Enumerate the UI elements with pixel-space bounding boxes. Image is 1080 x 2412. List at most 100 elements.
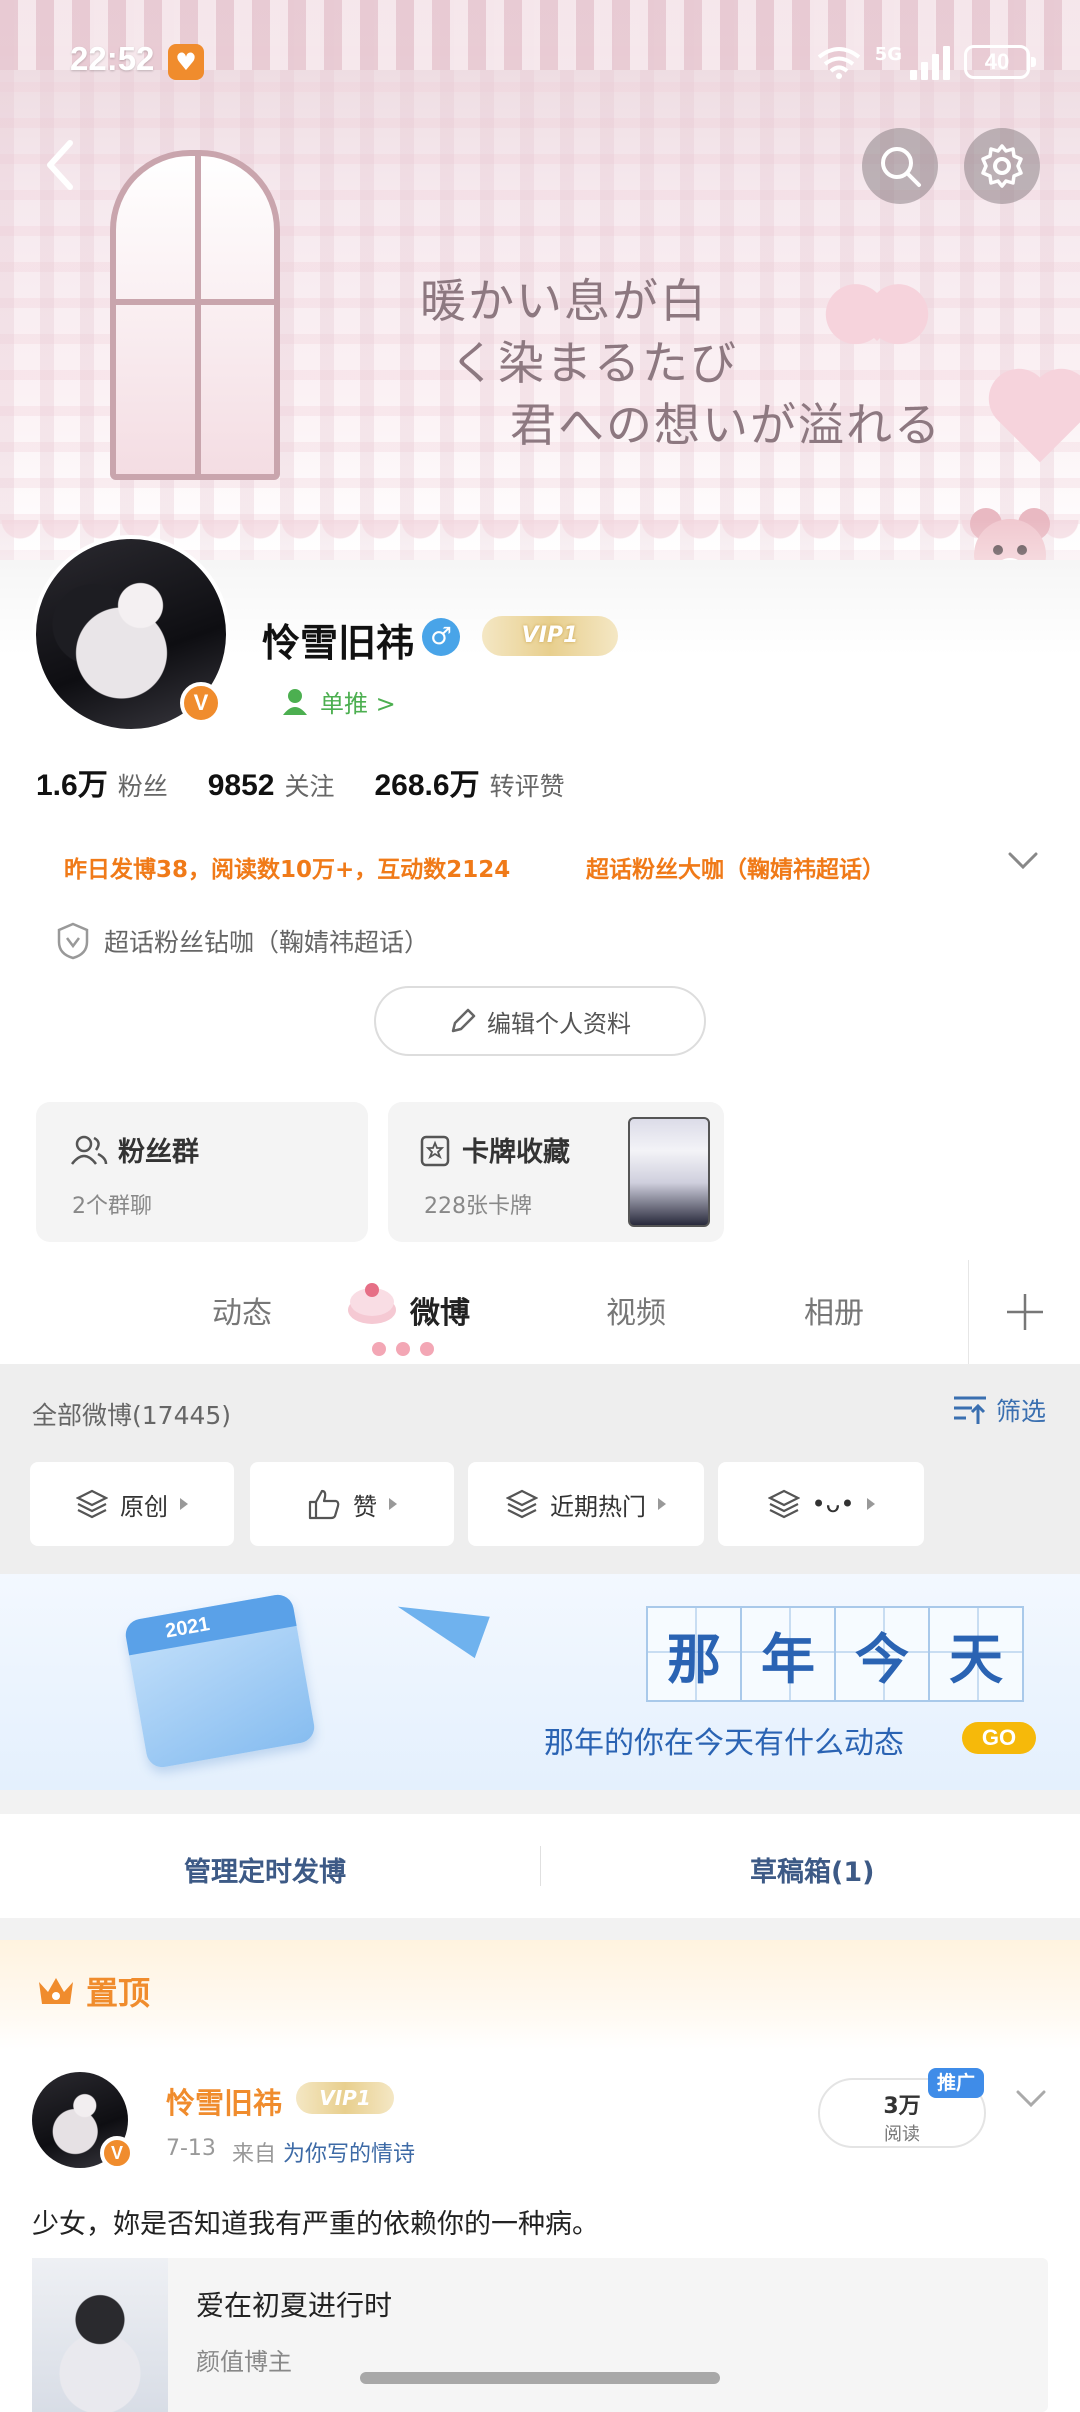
achievement-summary[interactable]: 昨日发博38，阅读数10万+，互动数2124	[64, 850, 510, 884]
stat-likes[interactable]: 268.6万 转评赞	[375, 760, 565, 804]
chip-label: 原创	[120, 1492, 168, 1521]
stat-number: 1.6万	[36, 769, 108, 802]
layers-icon	[506, 1489, 538, 1519]
all-posts-count: 全部微博(17445)	[32, 1401, 232, 1430]
filter-label: 筛选	[996, 1397, 1047, 1426]
single-push-link[interactable]: 单推 >	[282, 684, 396, 719]
chip-original[interactable]: 原创	[30, 1462, 234, 1546]
cake-icon	[348, 1283, 396, 1324]
stat-label: 粉丝	[117, 772, 168, 801]
card-thumbnail[interactable]	[628, 1117, 710, 1227]
pinned-text: 置顶	[86, 1974, 151, 2012]
tab-videos[interactable]: 视频	[606, 1288, 666, 1332]
link-thumbnail	[32, 2258, 168, 2412]
pinned-label: 置顶	[36, 1968, 150, 2014]
post-source-prefix: 来自	[231, 2142, 276, 2167]
stat-number: 9852	[207, 769, 275, 802]
search-icon	[881, 147, 921, 187]
crown-icon	[39, 1978, 73, 2004]
tab-weibo[interactable]: 微博	[410, 1288, 470, 1332]
home-indicator[interactable]	[360, 2372, 720, 2384]
divider	[540, 1846, 541, 1886]
tab-feed[interactable]: 动态	[212, 1288, 272, 1332]
card-title-text: 粉丝群	[118, 1137, 199, 1168]
verified-badge: V	[180, 682, 222, 724]
verified-badge: V	[100, 2136, 134, 2170]
post-source[interactable]: 为你写的情诗	[283, 2142, 415, 2167]
vip-badge[interactable]: VIP1	[482, 616, 618, 656]
network-type: 5G	[874, 43, 902, 65]
on-this-day-title: 那 年 今 天	[646, 1606, 1024, 1702]
profile-stats: 1.6万 粉丝 9852 关注 268.6万 转评赞	[36, 760, 565, 804]
username: 怜雪旧祎	[262, 621, 415, 665]
fan-level-badge[interactable]: 超话粉丝大咖（鞠婧祎超话）	[586, 850, 885, 884]
wifi-icon	[817, 47, 860, 79]
chevron-down-icon[interactable]	[1006, 848, 1040, 874]
drafts-button[interactable]: 草稿箱(1)	[750, 1850, 874, 1889]
status-time: 22:52	[70, 40, 155, 77]
thumbs-up-icon	[308, 1489, 340, 1520]
layers-icon	[767, 1489, 800, 1519]
stat-label: 转评赞	[489, 772, 565, 801]
triangle-right-icon	[180, 1498, 188, 1510]
chip-label: 近期热门	[550, 1492, 646, 1521]
stat-following[interactable]: 9852 关注	[208, 767, 335, 803]
battery-icon: 40	[964, 45, 1036, 79]
title-char: 那	[646, 1606, 742, 1702]
scheduled-posts-button[interactable]: 管理定时发博	[184, 1850, 346, 1889]
person-icon	[283, 688, 307, 715]
post-date: 7-13	[166, 2136, 216, 2161]
card-title: 粉丝群	[70, 1130, 199, 1169]
active-tab-indicator	[372, 1342, 434, 1356]
plus-icon	[1006, 1294, 1043, 1330]
group-icon	[71, 1135, 108, 1165]
promote-tag[interactable]: 推广	[928, 2068, 984, 2098]
on-this-day-subtitle: 那年的你在今天有什么动态	[544, 1726, 904, 1761]
link-subtitle: 颜值博主	[196, 2348, 292, 2376]
post-text: 少女，妳是否知道我有严重的依赖你的一种病。	[32, 2209, 599, 2240]
post-author[interactable]: 怜雪旧祎	[166, 2080, 282, 2122]
banner-window-illustration	[110, 150, 280, 480]
triangle-right-icon	[658, 1498, 666, 1510]
stat-label: 关注	[284, 772, 335, 801]
card-subtitle: 228张卡牌	[424, 1194, 532, 1219]
filter-button[interactable]: 筛选	[952, 1392, 1046, 1428]
add-tab-button[interactable]	[968, 1260, 1080, 1364]
heart-icon: ♥	[168, 44, 204, 80]
layers-icon	[76, 1489, 108, 1519]
calendar-illustration: 2021	[123, 1592, 317, 1770]
title-char: 天	[928, 1606, 1024, 1702]
stat-number: 268.6万	[374, 769, 480, 802]
back-button[interactable]	[30, 135, 90, 195]
card-title: 卡牌收藏	[418, 1130, 570, 1169]
tab-albums[interactable]: 相册	[804, 1288, 864, 1332]
go-button[interactable]: GO	[962, 1722, 1036, 1754]
card-subtitle: 2个群聊	[72, 1194, 152, 1219]
fan-group-card[interactable]: 粉丝群 2个群聊	[36, 1102, 368, 1242]
title-char: 年	[740, 1606, 836, 1702]
chip-custom[interactable]: •ᴗ•	[718, 1462, 924, 1546]
chevron-down-icon[interactable]	[1014, 2086, 1048, 2112]
card-icon	[420, 1135, 450, 1166]
chip-label: 赞	[353, 1492, 377, 1521]
back-arrow-icon	[47, 140, 73, 190]
title-char: 今	[834, 1606, 930, 1702]
settings-button[interactable]	[964, 128, 1040, 204]
search-button[interactable]	[862, 128, 938, 204]
single-push-label: 单推 >	[320, 690, 396, 718]
calendar-year: 2021	[163, 1613, 212, 1643]
gear-icon	[981, 144, 1023, 188]
filter-icon	[954, 1396, 986, 1424]
link-card[interactable]	[32, 2258, 1048, 2412]
profile-tabs	[0, 1260, 1080, 1364]
edit-profile-button[interactable]: 编辑个人资料	[374, 986, 706, 1056]
male-icon: ♂	[422, 618, 460, 656]
chip-liked[interactable]: 赞	[250, 1462, 454, 1546]
banner-line-1: 暖かい息が白	[420, 274, 708, 328]
banner-line-2: く染まるたび	[450, 336, 738, 390]
chip-recent-hot[interactable]: 近期热门	[468, 1462, 704, 1546]
chip-label: •ᴗ•	[811, 1490, 855, 1518]
stat-fans[interactable]: 1.6万 粉丝	[36, 760, 168, 804]
vip-badge[interactable]: VIP1	[296, 2082, 394, 2114]
fan-title[interactable]: 超话粉丝钻咖（鞠婧祎超话）	[56, 922, 429, 960]
